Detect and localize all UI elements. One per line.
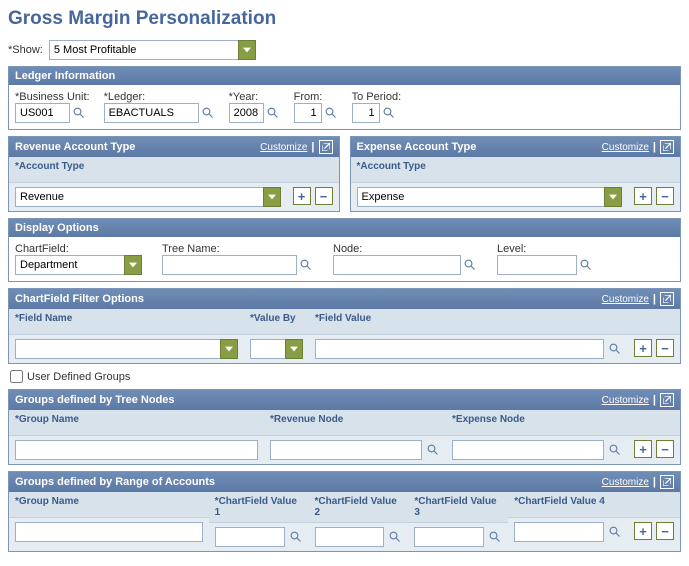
node-lookup-icon[interactable] — [463, 258, 477, 272]
year-label: Year: — [229, 91, 280, 103]
from-label: From: — [294, 91, 338, 103]
field-value-header: Field Value — [309, 309, 628, 335]
node-label: Node: — [333, 243, 477, 255]
business-unit-label: Business Unit: — [15, 91, 90, 103]
level-input[interactable] — [497, 255, 577, 275]
groups-range-title: Groups defined by Range of Accounts — [15, 476, 215, 488]
filter-add-row-button[interactable]: + — [634, 339, 652, 357]
filter-options-title: ChartField Filter Options — [15, 293, 144, 305]
range-cf2-header: ChartField Value 2 — [309, 492, 409, 523]
tree-expense-node-input[interactable] — [452, 440, 604, 460]
show-label: Show: — [8, 44, 43, 56]
revenue-popout-icon[interactable] — [319, 140, 333, 154]
chartfield-select[interactable] — [15, 255, 125, 275]
ledger-info-title: Ledger Information — [15, 70, 115, 82]
to-period-input[interactable] — [352, 103, 380, 123]
ledger-label: Ledger: — [104, 91, 215, 103]
range-cf1-header: ChartField Value 1 — [209, 492, 309, 523]
revenue-accttype-header: Account Type — [9, 157, 287, 183]
groups-tree-customize-link[interactable]: Customize — [602, 395, 649, 406]
tree-revenue-node-lookup-icon[interactable] — [426, 443, 440, 457]
tree-revenue-node-input[interactable] — [270, 440, 422, 460]
range-cf2-input[interactable] — [315, 527, 385, 547]
tree-name-input[interactable] — [162, 255, 297, 275]
tree-expense-node-lookup-icon[interactable] — [608, 443, 622, 457]
expense-panel-title: Expense Account Type — [357, 141, 477, 153]
chartfield-label: ChartField: — [15, 243, 142, 255]
level-label: Level: — [497, 243, 593, 255]
range-cf3-header: ChartField Value 3 — [408, 492, 508, 523]
expense-accttype-select[interactable] — [357, 187, 606, 207]
field-value-input[interactable] — [315, 339, 604, 359]
groups-tree-title: Groups defined by Tree Nodes — [15, 394, 175, 406]
revenue-panel-title: Revenue Account Type — [15, 141, 135, 153]
page-title: Gross Margin Personalization — [8, 8, 681, 30]
field-name-dropdown-button[interactable] — [220, 339, 238, 359]
year-lookup-icon[interactable] — [266, 106, 280, 120]
range-cf4-header: ChartField Value 4 — [508, 492, 628, 518]
to-period-label: To Period: — [352, 91, 402, 103]
node-input[interactable] — [333, 255, 461, 275]
expense-popout-icon[interactable] — [660, 140, 674, 154]
tree-add-row-button[interactable]: + — [634, 440, 652, 458]
ledger-input[interactable] — [104, 103, 199, 123]
field-name-header: Field Name — [9, 309, 244, 335]
value-by-dropdown-button[interactable] — [285, 339, 303, 359]
revenue-add-row-button[interactable]: + — [293, 187, 311, 205]
to-period-lookup-icon[interactable] — [382, 106, 396, 120]
display-options-title: Display Options — [15, 222, 99, 234]
business-unit-input[interactable] — [15, 103, 70, 123]
expense-accttype-header: Account Type — [351, 157, 629, 183]
user-defined-groups-label: User Defined Groups — [27, 371, 130, 383]
user-defined-groups-checkbox[interactable] — [10, 370, 23, 383]
range-cf3-lookup-icon[interactable] — [488, 530, 502, 544]
range-del-row-button[interactable]: − — [656, 522, 674, 540]
range-cf3-input[interactable] — [414, 527, 484, 547]
revenue-accttype-dropdown-button[interactable] — [263, 187, 281, 207]
value-by-select[interactable] — [250, 339, 286, 359]
filter-customize-link[interactable]: Customize — [602, 294, 649, 305]
range-group-name-input[interactable] — [15, 522, 203, 542]
tree-revenue-node-header: Revenue Node — [264, 410, 446, 436]
year-input[interactable] — [229, 103, 264, 123]
revenue-accttype-select[interactable] — [15, 187, 264, 207]
tree-group-name-input[interactable] — [15, 440, 258, 460]
groups-range-popout-icon[interactable] — [660, 475, 674, 489]
chartfield-dropdown-button[interactable] — [124, 255, 142, 275]
expense-del-row-button[interactable]: − — [656, 187, 674, 205]
tree-expense-node-header: Expense Node — [446, 410, 628, 436]
range-add-row-button[interactable]: + — [634, 522, 652, 540]
tree-group-name-header: Group Name — [9, 410, 264, 436]
tree-name-lookup-icon[interactable] — [299, 258, 313, 272]
filter-del-row-button[interactable]: − — [656, 339, 674, 357]
show-dropdown-button[interactable] — [238, 40, 256, 60]
groups-range-customize-link[interactable]: Customize — [602, 477, 649, 488]
show-select[interactable] — [49, 40, 239, 60]
ledger-lookup-icon[interactable] — [201, 106, 215, 120]
revenue-del-row-button[interactable]: − — [315, 187, 333, 205]
range-group-name-header: Group Name — [9, 492, 209, 518]
tree-name-label: Tree Name: — [162, 243, 313, 255]
revenue-customize-link[interactable]: Customize — [260, 142, 307, 153]
filter-popout-icon[interactable] — [660, 292, 674, 306]
from-lookup-icon[interactable] — [324, 106, 338, 120]
field-name-select[interactable] — [15, 339, 221, 359]
level-lookup-icon[interactable] — [579, 258, 593, 272]
range-cf4-lookup-icon[interactable] — [608, 525, 622, 539]
field-value-lookup-icon[interactable] — [608, 342, 622, 356]
range-cf4-input[interactable] — [514, 522, 604, 542]
expense-customize-link[interactable]: Customize — [602, 142, 649, 153]
range-cf2-lookup-icon[interactable] — [388, 530, 402, 544]
groups-tree-popout-icon[interactable] — [660, 393, 674, 407]
expense-accttype-dropdown-button[interactable] — [604, 187, 622, 207]
business-unit-lookup-icon[interactable] — [72, 106, 86, 120]
tree-del-row-button[interactable]: − — [656, 440, 674, 458]
value-by-header: Value By — [244, 309, 309, 335]
range-cf1-input[interactable] — [215, 527, 285, 547]
expense-add-row-button[interactable]: + — [634, 187, 652, 205]
range-cf1-lookup-icon[interactable] — [289, 530, 303, 544]
from-input[interactable] — [294, 103, 322, 123]
